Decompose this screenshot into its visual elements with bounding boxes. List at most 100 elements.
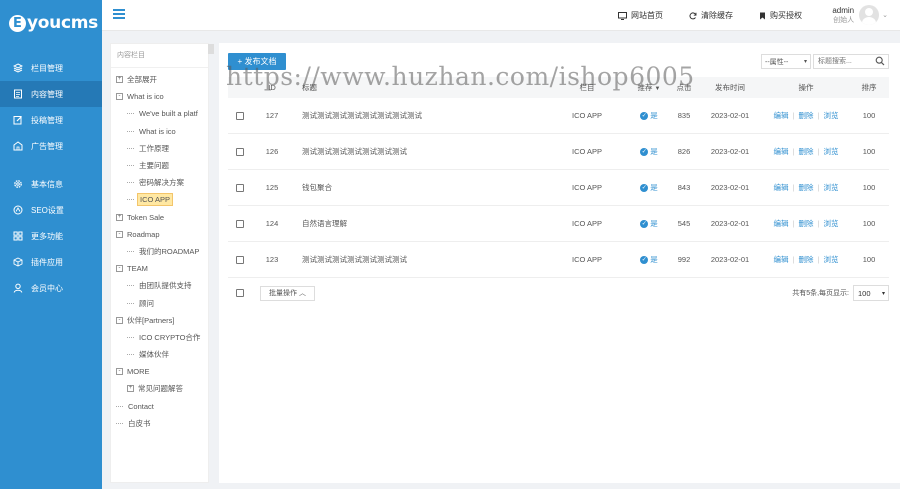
view-link[interactable]: 浏览 <box>823 183 838 192</box>
expand-icon[interactable]: + <box>116 76 123 84</box>
tree-node-label: What is ico <box>139 126 176 136</box>
header-id[interactable]: ID <box>252 83 292 92</box>
sidebar-item-column-manage[interactable]: 栏目管理 <box>0 55 102 81</box>
delete-link[interactable]: 删除 <box>799 255 814 264</box>
sidebar-item-ad-manage[interactable]: 广告管理 <box>0 133 102 159</box>
collapse-icon[interactable]: - <box>116 93 123 101</box>
tree-node[interactable]: Contact <box>111 398 208 415</box>
cell-sort[interactable]: 100 <box>849 111 889 120</box>
row-checkbox[interactable] <box>236 111 244 120</box>
cell-sort[interactable]: 100 <box>849 183 889 192</box>
tree-node[interactable]: 主要问题 <box>111 157 208 174</box>
menu-toggle-icon[interactable] <box>113 9 125 21</box>
delete-link[interactable]: 删除 <box>799 219 814 228</box>
tree-node[interactable]: + Token Sale <box>111 209 208 226</box>
sidebar-item-basic-info[interactable]: 基本信息 <box>0 171 102 197</box>
edit-link[interactable]: 编辑 <box>774 111 789 120</box>
sidebar-item-plugins[interactable]: 插件应用 <box>0 249 102 275</box>
tree-node[interactable]: - What is ico <box>111 88 208 105</box>
edit-link[interactable]: 编辑 <box>774 255 789 264</box>
row-checkbox[interactable] <box>236 183 244 192</box>
edit-link[interactable]: 编辑 <box>774 183 789 192</box>
tree-node[interactable]: 工作原理 <box>111 140 208 157</box>
tree-node[interactable]: - MORE <box>111 363 208 380</box>
tree-node[interactable]: + 常见问题解答 <box>111 380 208 397</box>
tree-node-label: 白皮书 <box>128 418 151 428</box>
cell-recommend[interactable]: ✓ 是 <box>627 254 671 266</box>
cell-sort[interactable]: 100 <box>849 147 889 156</box>
cell-recommend[interactable]: ✓ 是 <box>627 146 671 158</box>
publish-document-button[interactable]: + 发布文档 <box>228 53 286 70</box>
clear-cache-link[interactable]: 清除缓存 <box>689 10 733 21</box>
cell-recommend[interactable]: ✓ 是 <box>627 110 671 122</box>
expand-icon[interactable]: + <box>127 385 134 393</box>
cell-sort[interactable]: 100 <box>849 255 889 264</box>
sidebar-item-label: 插件应用 <box>31 257 63 267</box>
tree-node[interactable]: ICO CRYPTO合作 <box>111 329 208 346</box>
ops-separator: | <box>792 147 795 156</box>
tree-node[interactable]: 白皮书 <box>111 415 208 432</box>
view-link[interactable]: 浏览 <box>823 147 838 156</box>
sidebar-item-member-center[interactable]: 会员中心 <box>0 275 102 301</box>
collapse-icon[interactable]: - <box>116 368 123 376</box>
user-menu[interactable]: admin 创始人 ⌄ <box>832 5 888 25</box>
cell-title[interactable]: 测试测试测试测试测试测试测试 <box>292 254 547 265</box>
buy-license-link[interactable]: 购买授权 <box>759 10 802 21</box>
tree-node[interactable]: 媒体伙伴 <box>111 346 208 363</box>
sidebar-item-seo-settings[interactable]: SEO设置 <box>0 197 102 223</box>
search-icon[interactable] <box>875 56 885 66</box>
tree-node[interactable]: What is ico <box>111 123 208 140</box>
tree-node[interactable]: - TEAM <box>111 260 208 277</box>
edit-link[interactable]: 编辑 <box>774 147 789 156</box>
sidebar-item-submission-manage[interactable]: 投稿管理 <box>0 107 102 133</box>
batch-operation-button[interactable]: 批量操作 ︿ <box>260 285 315 301</box>
collapse-icon[interactable]: - <box>116 265 123 273</box>
tree-node[interactable]: + 全部展开 <box>111 71 208 88</box>
logo[interactable]: E youcms <box>0 0 102 46</box>
collapse-icon[interactable]: - <box>116 316 123 324</box>
avatar[interactable] <box>859 5 880 25</box>
cell-recommend[interactable]: ✓ 是 <box>627 218 671 230</box>
sidebar-item-more-features[interactable]: 更多功能 <box>0 223 102 249</box>
delete-link[interactable]: 删除 <box>799 147 814 156</box>
sidebar-item-content-manage[interactable]: 内容管理 <box>0 81 102 107</box>
site-home-link[interactable]: 网站首页 <box>618 10 663 21</box>
tree-node[interactable]: - Roadmap <box>111 226 208 243</box>
cell-title[interactable]: 测试测试测试测试测试测试测试测试 <box>292 110 547 121</box>
page-size-select[interactable]: 100 ▾ <box>853 285 889 301</box>
header-recommend[interactable]: 推荐 ▼ <box>627 82 671 93</box>
tree-node[interactable]: 顾问 <box>111 294 208 311</box>
tree-node[interactable]: We've built a platf <box>111 105 208 122</box>
delete-link[interactable]: 删除 <box>799 111 814 120</box>
tree-node-label: 我们的ROADMAP <box>139 246 200 256</box>
chevron-down-icon[interactable]: ⌄ <box>882 11 888 19</box>
tree-node[interactable]: ICO APP <box>111 191 208 208</box>
view-link[interactable]: 浏览 <box>823 111 838 120</box>
select-all-checkbox[interactable] <box>236 289 244 297</box>
cell-recommend[interactable]: ✓ 是 <box>627 182 671 194</box>
cell-clicks: 843 <box>677 183 691 192</box>
table-row: 126 测试测试测试测试测试测试测试 ICO APP ✓ 是 826 2023-02-01 编… <box>228 134 889 170</box>
delete-link[interactable]: 删除 <box>799 183 814 192</box>
edit-link[interactable]: 编辑 <box>774 219 789 228</box>
row-checkbox[interactable] <box>236 147 244 156</box>
attribute-filter-select[interactable]: --属性-- ▾ <box>761 54 811 69</box>
tree-node[interactable]: - 伙伴[Partners] <box>111 312 208 329</box>
tree-node[interactable]: 密码解决方案 <box>111 174 208 191</box>
expand-icon[interactable]: + <box>116 213 123 221</box>
cell-id: 126 <box>265 147 279 156</box>
ops-separator: | <box>817 183 820 192</box>
tree-scrollbar[interactable] <box>208 44 214 54</box>
tree-node[interactable]: 我们的ROADMAP <box>111 243 208 260</box>
cell-title[interactable]: 钱包聚合 <box>292 182 547 193</box>
row-checkbox[interactable] <box>236 255 244 264</box>
view-link[interactable]: 浏览 <box>823 255 838 264</box>
header-column: 栏目 <box>579 83 595 92</box>
tree-node[interactable]: 由团队提供支持 <box>111 277 208 294</box>
collapse-icon[interactable]: - <box>116 230 123 238</box>
view-link[interactable]: 浏览 <box>823 219 838 228</box>
cell-title[interactable]: 测试测试测试测试测试测试测试 <box>292 146 547 157</box>
cell-title[interactable]: 自然语言理解 <box>292 218 547 229</box>
cell-sort[interactable]: 100 <box>849 219 889 228</box>
row-checkbox[interactable] <box>236 219 244 228</box>
